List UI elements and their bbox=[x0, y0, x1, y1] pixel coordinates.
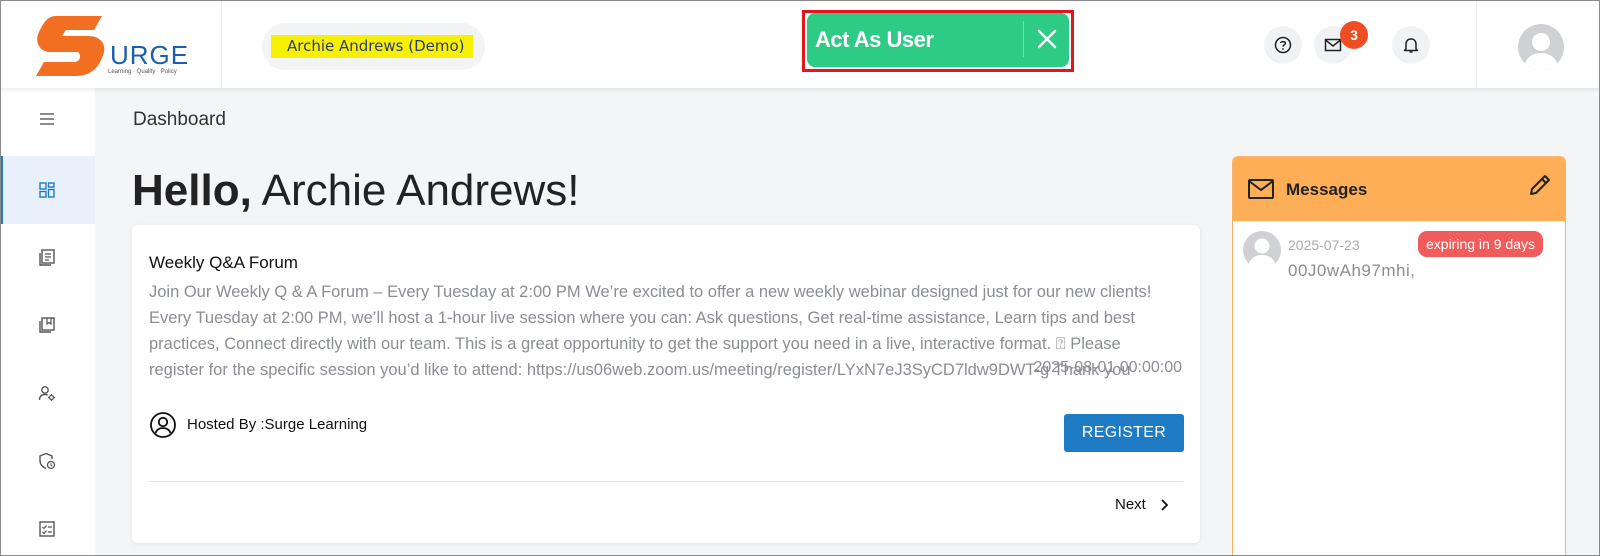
courses-icon bbox=[39, 249, 55, 266]
user-avatar[interactable] bbox=[1518, 24, 1564, 70]
sidebar-toggle[interactable] bbox=[0, 88, 95, 156]
greeting-hello: Hello, bbox=[132, 166, 252, 215]
divider bbox=[1023, 21, 1024, 57]
divider bbox=[149, 481, 1183, 482]
tasks-icon bbox=[39, 521, 55, 537]
sidebar bbox=[0, 88, 95, 556]
brand-tagline: Learning · Quality · Policy bbox=[108, 69, 177, 75]
chevron-right-icon bbox=[1161, 499, 1169, 511]
register-button[interactable]: REGISTER bbox=[1064, 414, 1184, 452]
messages-panel: Messages 2025-07-23 expiring in 9 days 0… bbox=[1232, 156, 1566, 556]
help-button[interactable] bbox=[1264, 26, 1302, 64]
compose-pencil-icon[interactable] bbox=[1527, 172, 1553, 198]
bell-icon bbox=[1403, 38, 1419, 53]
dashboard-icon bbox=[39, 182, 55, 198]
mail-count-badge: 3 bbox=[1340, 21, 1368, 49]
event-description: Join Our Weekly Q & A Forum – Every Tues… bbox=[149, 283, 1152, 379]
notifications-button[interactable] bbox=[1392, 26, 1430, 64]
greeting-name: Archie Andrews! bbox=[251, 166, 580, 215]
surge-logo-icon bbox=[36, 16, 105, 76]
sidebar-item-policies[interactable] bbox=[0, 428, 95, 496]
next-label: Next bbox=[1115, 496, 1146, 513]
current-user-label: Archie Andrews (Demo) bbox=[271, 35, 473, 58]
message-sender-avatar bbox=[1243, 231, 1281, 269]
close-icon[interactable] bbox=[1031, 21, 1063, 57]
brand-name: URGE bbox=[110, 40, 190, 70]
breadcrumb: Dashboard bbox=[133, 109, 226, 130]
messages-header: Messages bbox=[1233, 157, 1565, 221]
sidebar-item-dashboard[interactable] bbox=[0, 156, 95, 224]
message-preview[interactable]: 00J0wAh97mhi, bbox=[1288, 261, 1415, 281]
event-card: Weekly Q&A Forum Join Our Weekly Q & A F… bbox=[132, 225, 1200, 543]
event-datetime: 2025-08-01 00:00:00 bbox=[1033, 359, 1182, 376]
logo[interactable]: URGE Learning · Quality · Policy bbox=[0, 0, 222, 88]
user-avatar-icon bbox=[1248, 238, 1276, 269]
message-date: 2025-07-23 bbox=[1288, 237, 1360, 253]
host-user-icon bbox=[150, 412, 176, 438]
library-icon bbox=[39, 317, 55, 333]
sidebar-item-tasks[interactable] bbox=[0, 496, 95, 556]
page-title: Hello, Archie Andrews! bbox=[132, 166, 580, 216]
event-title: Weekly Q&A Forum bbox=[149, 253, 298, 272]
act-as-user-banner[interactable]: Act As User bbox=[807, 13, 1069, 67]
envelope-icon bbox=[1248, 179, 1274, 199]
act-as-user-label: Act As User bbox=[815, 27, 934, 52]
messages-title: Messages bbox=[1286, 180, 1368, 199]
host-label: Hosted By :Surge Learning bbox=[187, 416, 368, 433]
policy-shield-icon bbox=[39, 452, 56, 470]
sidebar-item-user-settings[interactable] bbox=[0, 360, 95, 428]
divider bbox=[1476, 0, 1477, 88]
next-button[interactable]: Next bbox=[1115, 496, 1169, 513]
expiry-badge: expiring in 9 days bbox=[1418, 231, 1543, 257]
current-user-pill[interactable]: Archie Andrews (Demo) bbox=[262, 23, 485, 70]
sidebar-item-library[interactable] bbox=[0, 292, 95, 360]
sidebar-item-courses[interactable] bbox=[0, 224, 95, 292]
user-avatar-icon bbox=[1524, 33, 1558, 70]
menu-icon bbox=[40, 113, 54, 125]
mail-icon bbox=[1324, 38, 1342, 52]
user-settings-icon bbox=[38, 386, 55, 401]
help-icon bbox=[1274, 36, 1292, 54]
top-bar: URGE Learning · Quality · Policy Archie … bbox=[0, 0, 1600, 88]
